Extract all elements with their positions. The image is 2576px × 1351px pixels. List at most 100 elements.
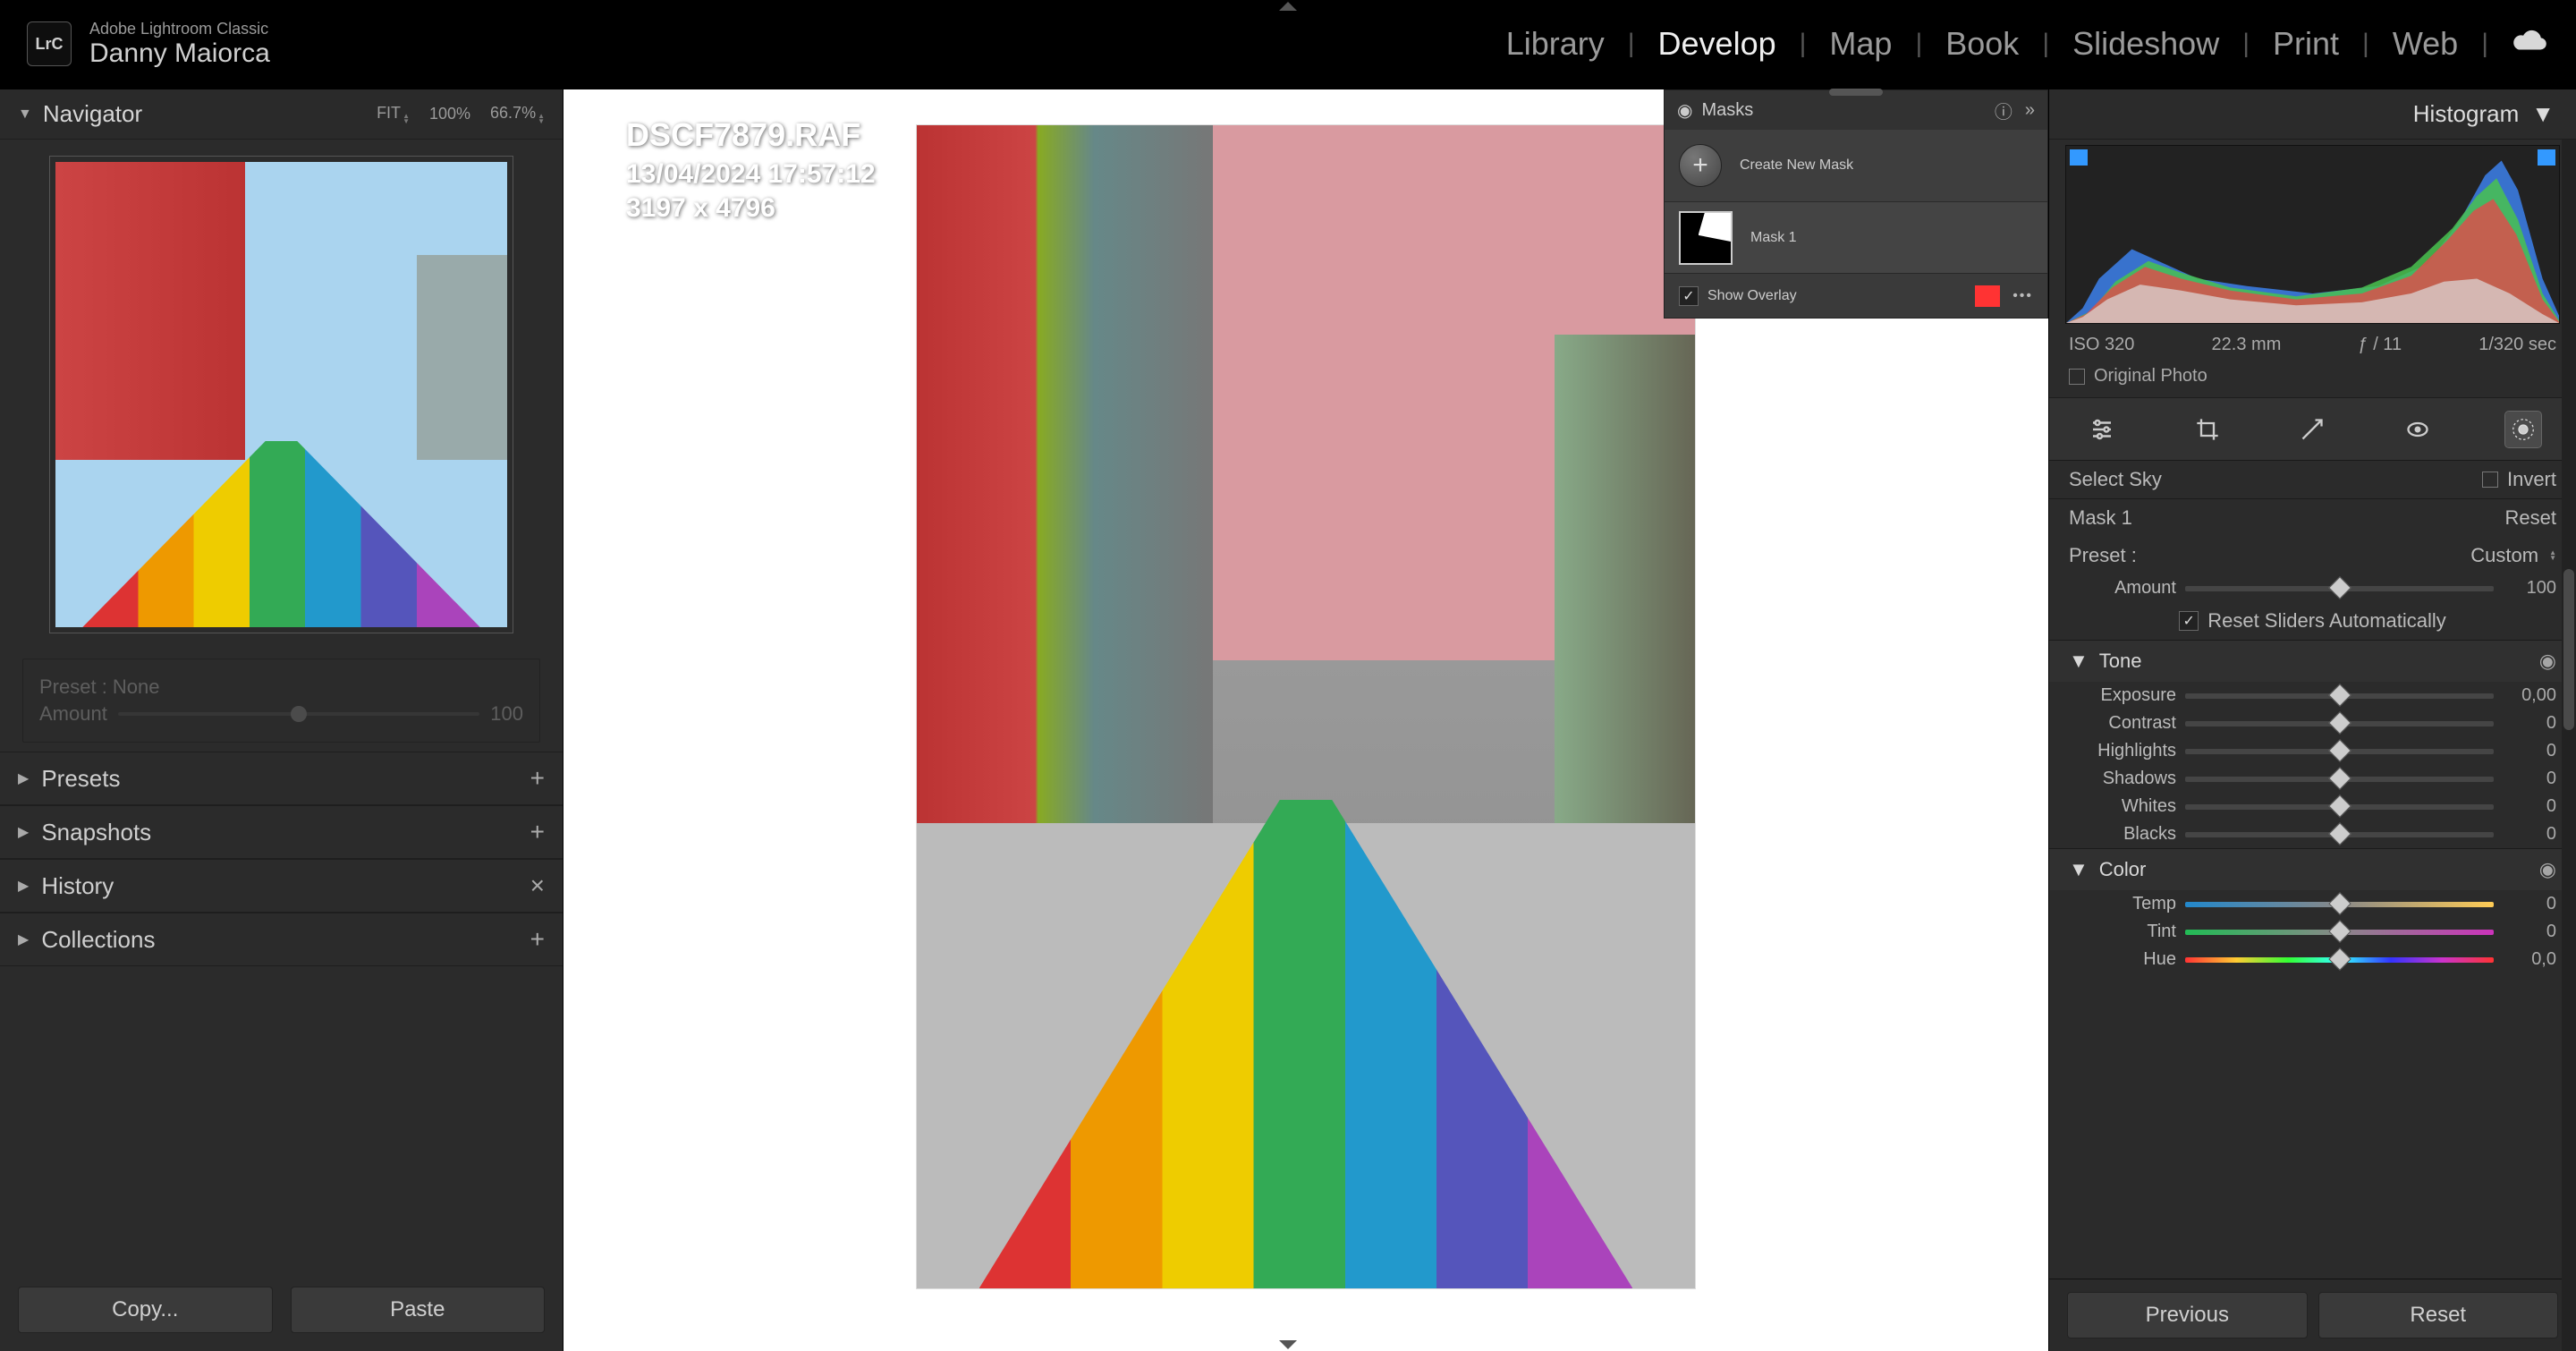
right-panel: Histogram ▼ ISO 320 22.3 mm ƒ / 11 1/320… — [2048, 89, 2576, 1351]
crop-icon[interactable] — [2190, 412, 2225, 447]
slider-label: Whites — [2069, 796, 2185, 817]
show-overlay-checkbox[interactable]: ✓ — [1679, 286, 1699, 306]
amount-slider[interactable] — [2185, 586, 2494, 591]
exif-iso: ISO 320 — [2069, 335, 2134, 355]
panel-collapse-top[interactable] — [1279, 2, 1297, 11]
preset-row: Preset : Custom ▲▼ — [2049, 537, 2576, 574]
masks-header: ◉ Masks ⓘ » — [1665, 90, 2047, 130]
slider-value: 0 — [2494, 796, 2556, 817]
amount-slider[interactable] — [118, 712, 479, 716]
eye-icon[interactable]: ◉ — [1677, 99, 1692, 122]
slider-label: Tint — [2069, 922, 2185, 942]
app-logo: LrC — [27, 21, 72, 66]
eye-icon[interactable]: ◉ — [2539, 650, 2556, 673]
copy-button[interactable]: Copy... — [18, 1287, 273, 1333]
presets-add-button[interactable]: + — [530, 764, 545, 793]
eye-icon[interactable]: ◉ — [2539, 858, 2556, 881]
mask-item-label: Mask 1 — [1750, 230, 1797, 246]
slider-value: 0 — [2494, 741, 2556, 761]
create-new-mask-button[interactable]: + Create New Mask — [1665, 130, 2047, 201]
collections-add-button[interactable]: + — [530, 925, 545, 954]
slider-label: Hue — [2069, 949, 2185, 970]
tab-print[interactable]: Print — [2273, 25, 2339, 63]
color-hue-row: Hue 0,0 — [2049, 946, 2576, 973]
preset-dropdown[interactable]: Custom ▲▼ — [2470, 544, 2556, 567]
tab-slideshow[interactable]: Slideshow — [2072, 25, 2219, 63]
tab-develop[interactable]: Develop — [1658, 25, 1776, 63]
cloud-sync-icon[interactable] — [2512, 25, 2549, 63]
invert-label: Invert — [2507, 468, 2556, 491]
blacks-slider[interactable] — [2185, 832, 2494, 837]
color-section-header[interactable]: ▼ Color ◉ — [2049, 848, 2576, 890]
panel-collapse-bottom[interactable] — [1279, 1340, 1297, 1349]
reset-sliders-row[interactable]: ✓ Reset Sliders Automatically — [2049, 602, 2576, 640]
shadows-slider[interactable] — [2185, 777, 2494, 782]
paste-button[interactable]: Paste — [291, 1287, 546, 1333]
redeye-icon[interactable] — [2400, 412, 2436, 447]
info-icon[interactable]: ⓘ — [1995, 98, 2012, 123]
tab-map[interactable]: Map — [1829, 25, 1892, 63]
reset-sliders-checkbox[interactable]: ✓ — [2179, 611, 2199, 631]
original-photo-checkbox[interactable] — [2069, 369, 2085, 385]
tone-section-header[interactable]: ▼ Tone ◉ — [2049, 640, 2576, 682]
navigator-zoom-100[interactable]: 100% — [429, 105, 470, 123]
tab-library[interactable]: Library — [1506, 25, 1605, 63]
invert-checkbox[interactable] — [2482, 472, 2498, 488]
color-tint-row: Tint 0 — [2049, 918, 2576, 946]
tab-book[interactable]: Book — [1945, 25, 2019, 63]
histogram[interactable] — [2065, 145, 2560, 324]
contrast-slider[interactable] — [2185, 721, 2494, 726]
reset-button[interactable]: Reset — [2318, 1292, 2559, 1338]
whites-slider[interactable] — [2185, 804, 2494, 810]
hue-slider[interactable] — [2185, 957, 2494, 963]
slider-label: Contrast — [2069, 713, 2185, 734]
slider-label: Exposure — [2069, 685, 2185, 706]
slider-value: 0,0 — [2494, 949, 2556, 970]
image-dimensions: 3197 x 4796 — [626, 193, 876, 224]
collapse-icon[interactable]: » — [2025, 100, 2035, 121]
tab-web[interactable]: Web — [2393, 25, 2458, 63]
masking-icon[interactable] — [2505, 412, 2541, 447]
history-clear-button[interactable]: × — [530, 871, 545, 900]
navigator-zoom-custom[interactable]: 66.7%▲▼ — [490, 104, 545, 124]
snapshots-add-button[interactable]: + — [530, 818, 545, 846]
slider-label: Temp — [2069, 894, 2185, 914]
highlights-slider[interactable] — [2185, 749, 2494, 754]
app-title: Adobe Lightroom Classic Danny Maiorca — [89, 20, 270, 69]
select-sky-row: Select Sky Invert — [2049, 461, 2576, 499]
mask-item-1[interactable]: Mask 1 — [1665, 201, 2047, 273]
app-title-small: Adobe Lightroom Classic — [89, 20, 270, 38]
collections-section[interactable]: ▶ Collections + — [0, 913, 563, 966]
overlay-menu-icon[interactable]: ••• — [2012, 288, 2033, 304]
history-section[interactable]: ▶ History × — [0, 859, 563, 913]
edit-sliders-icon[interactable] — [2084, 412, 2120, 447]
temp-slider[interactable] — [2185, 902, 2494, 907]
exposure-slider[interactable] — [2185, 693, 2494, 699]
app-title-user: Danny Maiorca — [89, 38, 270, 69]
masks-footer: ✓ Show Overlay ••• — [1665, 273, 2047, 318]
navigator-fit[interactable]: FIT▲▼ — [377, 104, 410, 124]
histogram-header[interactable]: Histogram ▼ — [2049, 89, 2576, 140]
chevron-down-icon: ▼ — [2531, 100, 2555, 128]
navigator-header[interactable]: ▼ Navigator FIT▲▼ 100% 66.7%▲▼ — [0, 89, 563, 140]
panel-drag-handle[interactable] — [1829, 89, 1883, 96]
select-sky-label: Select Sky — [2069, 468, 2162, 491]
tint-slider[interactable] — [2185, 930, 2494, 935]
healing-icon[interactable] — [2294, 412, 2330, 447]
amount-value: 100 — [490, 702, 523, 726]
overlay-color-chip[interactable] — [1975, 285, 2000, 307]
right-scrollbar[interactable] — [2562, 140, 2576, 1351]
mask-amount-row: Amount 100 — [2049, 574, 2576, 602]
mask-name-row: Mask 1 Reset — [2049, 499, 2576, 537]
navigator-thumbnail[interactable] — [49, 156, 513, 633]
mask-reset-button[interactable]: Reset — [2505, 506, 2556, 530]
image-filename: DSCF7879.RAF — [626, 116, 876, 154]
masks-panel: ◉ Masks ⓘ » + Create New Mask Mask 1 ✓ S… — [1664, 89, 2048, 319]
exif-shutter: 1/320 sec — [2479, 335, 2556, 355]
presets-section[interactable]: ▶ Presets + — [0, 752, 563, 805]
snapshots-section[interactable]: ▶ Snapshots + — [0, 805, 563, 859]
preset-none-label: Preset : None — [39, 676, 160, 699]
previous-button[interactable]: Previous — [2067, 1292, 2308, 1338]
original-photo-row[interactable]: Original Photo — [2049, 361, 2576, 398]
main-photo[interactable] — [917, 125, 1695, 1288]
